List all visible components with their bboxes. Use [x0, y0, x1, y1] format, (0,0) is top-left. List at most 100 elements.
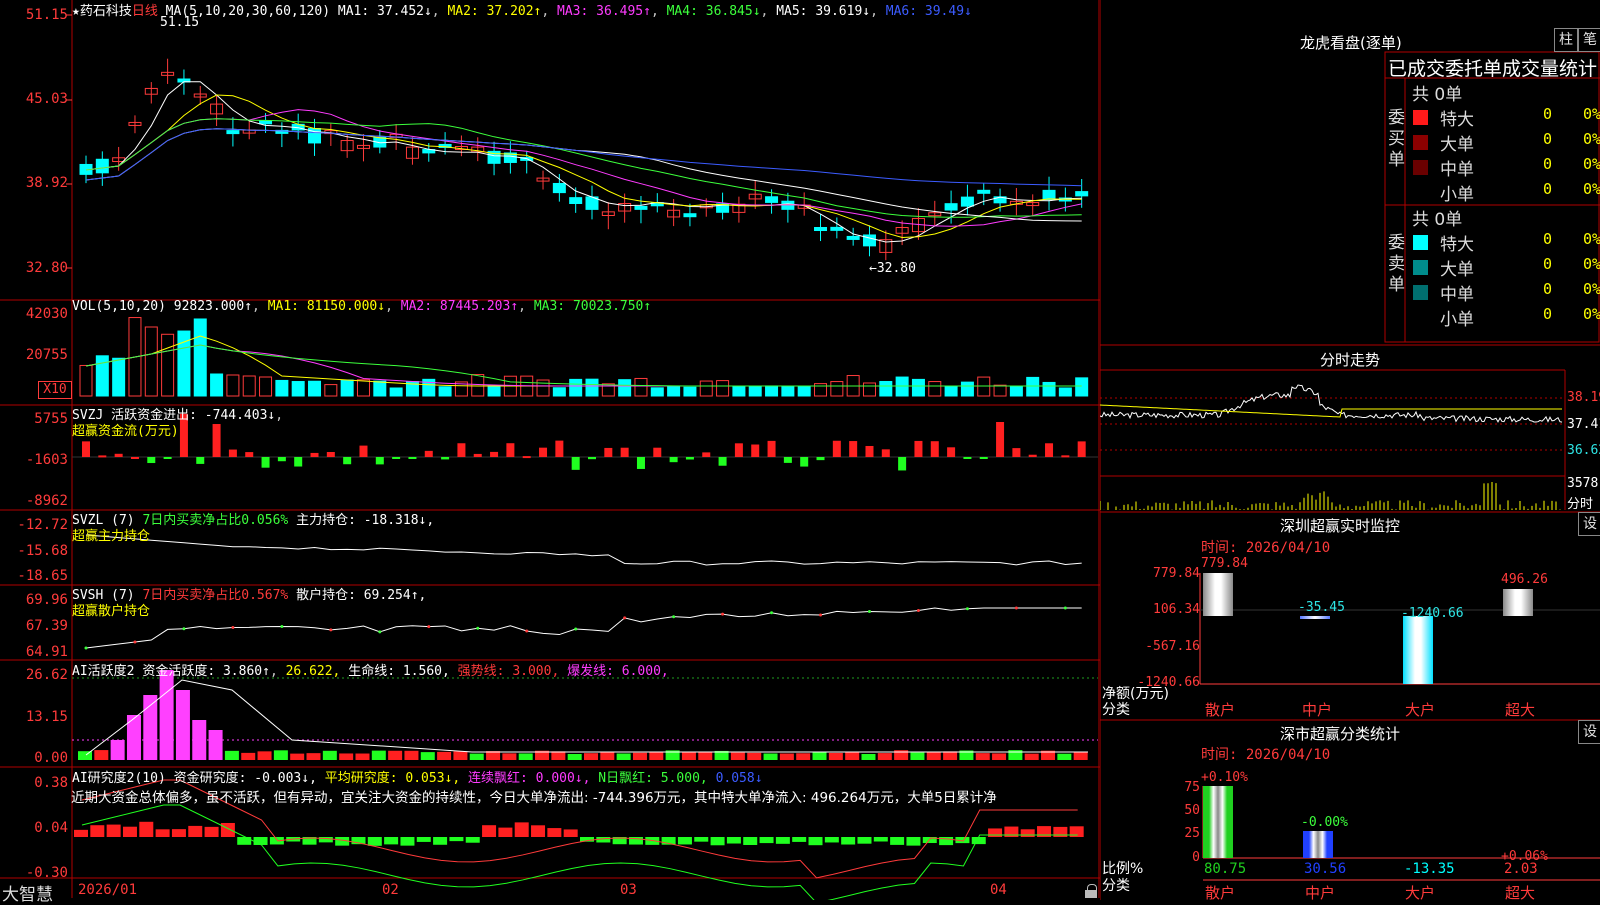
intraday-ytick-2: 37.41	[1567, 417, 1600, 432]
ai1-bar	[257, 751, 272, 760]
ai1-ytick-1: 26.62	[25, 667, 68, 683]
lhb-tabs: 已成交委托单成交量统计	[1388, 54, 1597, 81]
ai2-a: 资金研究度: -0.003↓,	[173, 771, 317, 786]
svsh-dot	[280, 624, 284, 628]
candle-body	[259, 120, 273, 125]
ai2-bar	[90, 825, 105, 837]
volume-bar	[748, 386, 762, 397]
monitor-bar	[1503, 588, 1533, 616]
ai1-bar	[1073, 752, 1088, 760]
volume-bar	[373, 380, 387, 397]
svsh-dot	[476, 626, 480, 630]
kline-chart-area[interactable]	[0, 0, 1100, 900]
monitor-category: 超大	[1505, 701, 1536, 719]
main-ytick-2: 45.03	[25, 91, 68, 107]
svzj-bar	[130, 456, 139, 459]
ai2-d: N日飘红: 5.000,	[598, 771, 708, 786]
lhb-brush-button[interactable]: 笔	[1578, 28, 1600, 52]
svzj-bar	[849, 441, 858, 457]
svzj-bar	[816, 457, 825, 461]
ai1-bar	[812, 752, 827, 760]
ai1-bar	[241, 752, 256, 760]
volume-bar	[765, 385, 779, 397]
sell-row-count: 0	[1543, 305, 1553, 323]
ma-line-1	[85, 81, 1082, 243]
ai2-title: AI研究度2(10)	[72, 771, 166, 786]
svzj-subtitle: 超赢资金流(万元)	[72, 424, 179, 439]
intraday-title: 分时走势	[1320, 351, 1381, 369]
tab-done[interactable]: 已成交	[1388, 58, 1445, 80]
stock-name[interactable]: ★药石科技	[72, 4, 132, 19]
buy-row-label: 中单	[1440, 160, 1474, 180]
volume-bar	[1058, 387, 1072, 397]
right-panels	[1100, 0, 1600, 900]
ai2-bar	[857, 837, 872, 844]
ai2-bar	[237, 837, 252, 845]
volume-bar	[487, 385, 501, 397]
svzj-bar	[963, 457, 972, 459]
svzj-bar	[718, 457, 727, 466]
sell-row-count: 0	[1543, 230, 1553, 248]
lhb-title: 龙虎看盘(逐单)	[1300, 34, 1402, 52]
svsh-dot	[231, 626, 235, 630]
period-label[interactable]: 日线	[132, 4, 158, 19]
ai1-bar	[518, 753, 533, 760]
ai1-title: AI活跃度2	[72, 664, 135, 679]
ai1-c: 生命线: 1.560,	[348, 664, 450, 679]
svzj-bar	[588, 457, 596, 460]
sell-row-label: 大单	[1440, 260, 1474, 280]
svzj-bar	[555, 440, 564, 457]
candle-body	[569, 197, 583, 204]
volume-bar	[144, 326, 158, 397]
svzj-bar	[114, 453, 123, 457]
svsh-dot	[525, 629, 529, 633]
svzj-bar	[343, 457, 352, 465]
volume-bar	[781, 385, 795, 397]
monitor-ytick-1: 779.84	[1153, 566, 1200, 581]
buy-row-label: 小单	[1440, 185, 1474, 205]
svzj-bar	[800, 457, 809, 467]
svsh-dot	[819, 613, 823, 617]
classify-settings-button[interactable]: 设	[1578, 720, 1600, 744]
svzj-bar	[881, 449, 890, 457]
volume-bar	[1042, 381, 1056, 397]
monitor-bar-label: -35.45	[1298, 599, 1345, 615]
volume-bar	[993, 384, 1007, 397]
vol-title-bar: VOL(5,10,20) 92823.000↑, MA1: 81150.000↓…	[72, 299, 652, 314]
ai1-bar	[943, 751, 958, 760]
tab-orders[interactable]: 委托单	[1445, 58, 1502, 80]
buy-row-label: 大单	[1440, 135, 1474, 155]
volume-bar	[928, 381, 942, 397]
intraday-ytick-3: 36.62	[1567, 443, 1600, 458]
volume-bar	[862, 382, 876, 397]
ai1-bar	[322, 750, 337, 760]
ai2-bar	[873, 837, 888, 842]
classify-time: 时间: 2026/04/10	[1201, 747, 1331, 763]
svzj-bar	[228, 449, 237, 457]
svzj-bar	[147, 457, 156, 464]
svzj-bar	[163, 457, 172, 459]
ai1-bar	[404, 750, 419, 760]
monitor-bar	[1403, 615, 1433, 684]
buy-row-count: 0	[1543, 155, 1553, 173]
svsh-dot	[965, 607, 969, 611]
svzj-bar	[506, 443, 515, 457]
ai1-b: 26.622,	[285, 664, 341, 679]
monitor-bar	[1203, 573, 1233, 616]
ai1-bar	[159, 670, 174, 760]
ai1-bar	[698, 751, 713, 760]
volume-bar	[1009, 386, 1023, 397]
ai2-bar	[759, 837, 774, 844]
ai1-a: 资金活跃度: 3.860↑	[142, 664, 270, 679]
lhb-bar-button[interactable]: 柱	[1554, 28, 1578, 52]
main-ytick-4: 32.80	[25, 260, 68, 276]
tab-volume-stats[interactable]: 成交量统计	[1502, 58, 1597, 80]
ai2-bar	[726, 837, 741, 844]
monitor-settings-button[interactable]: 设	[1578, 512, 1600, 536]
buy-row-pct: 0%	[1583, 180, 1600, 198]
svsh-dot	[1063, 606, 1067, 610]
sell-row-pct: 0%	[1583, 255, 1600, 273]
svzj-bar	[571, 457, 580, 470]
sell-orders-label: 委卖单	[1388, 233, 1405, 295]
intraday-ytick-1: 38.19	[1567, 390, 1600, 405]
